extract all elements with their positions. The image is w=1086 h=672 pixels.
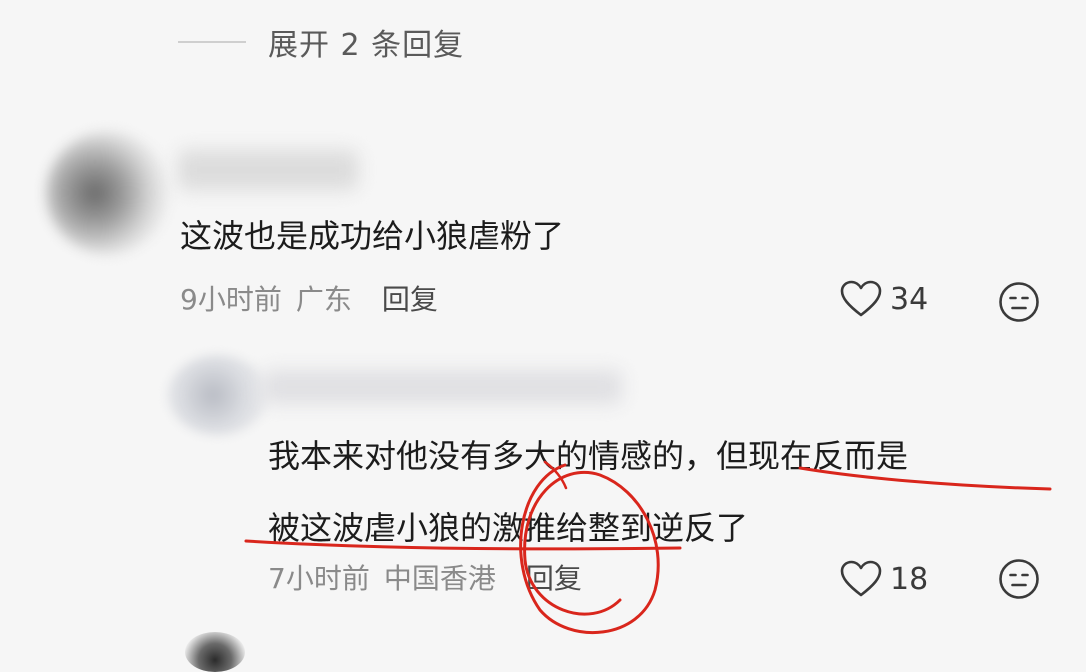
neutral-face-icon: [999, 282, 1039, 322]
like-button[interactable]: 18: [840, 560, 928, 598]
comment-meta: 7小时前 中国香港 回复: [268, 557, 582, 597]
username-blurred[interactable]: [262, 370, 622, 404]
expand-replies-label[interactable]: 展开 2 条回复: [268, 20, 464, 64]
dislike-button[interactable]: [998, 558, 1040, 604]
avatar[interactable]: [168, 355, 268, 435]
comment-location: 中国香港: [383, 562, 496, 595]
expand-divider: [178, 41, 246, 43]
heart-outline-icon: [840, 280, 882, 317]
like-count: 18: [890, 561, 929, 597]
comment-line: 被这波虐小狼的激推给整到逆反了: [268, 509, 749, 547]
comment-location: 广东: [295, 283, 352, 316]
reply-button[interactable]: 回复: [382, 278, 438, 318]
dislike-button[interactable]: [998, 281, 1040, 327]
comment-time: 7小时前: [268, 562, 370, 595]
comment-line: 我本来对他没有多大的情感的，但现在反而是: [268, 437, 909, 475]
avatar[interactable]: [46, 132, 168, 254]
username-blurred[interactable]: [178, 150, 358, 190]
comment-text: 这波也是成功给小狼虐粉了: [180, 217, 565, 255]
comment-time: 9小时前: [180, 283, 282, 316]
expand-replies-row[interactable]: 展开 2 条回复: [178, 20, 464, 64]
neutral-face-icon: [999, 559, 1039, 599]
like-button[interactable]: 34: [840, 280, 928, 318]
like-count: 34: [890, 281, 929, 317]
reply-button[interactable]: 回复: [526, 557, 582, 597]
heart-outline-icon: [840, 560, 882, 597]
comment-text: 我本来对他没有多大的情感的，但现在反而是 被这波虐小狼的激推给整到逆反了: [268, 420, 1068, 564]
avatar[interactable]: [185, 632, 245, 672]
comment-meta: 9小时前 广东 回复: [180, 278, 438, 318]
